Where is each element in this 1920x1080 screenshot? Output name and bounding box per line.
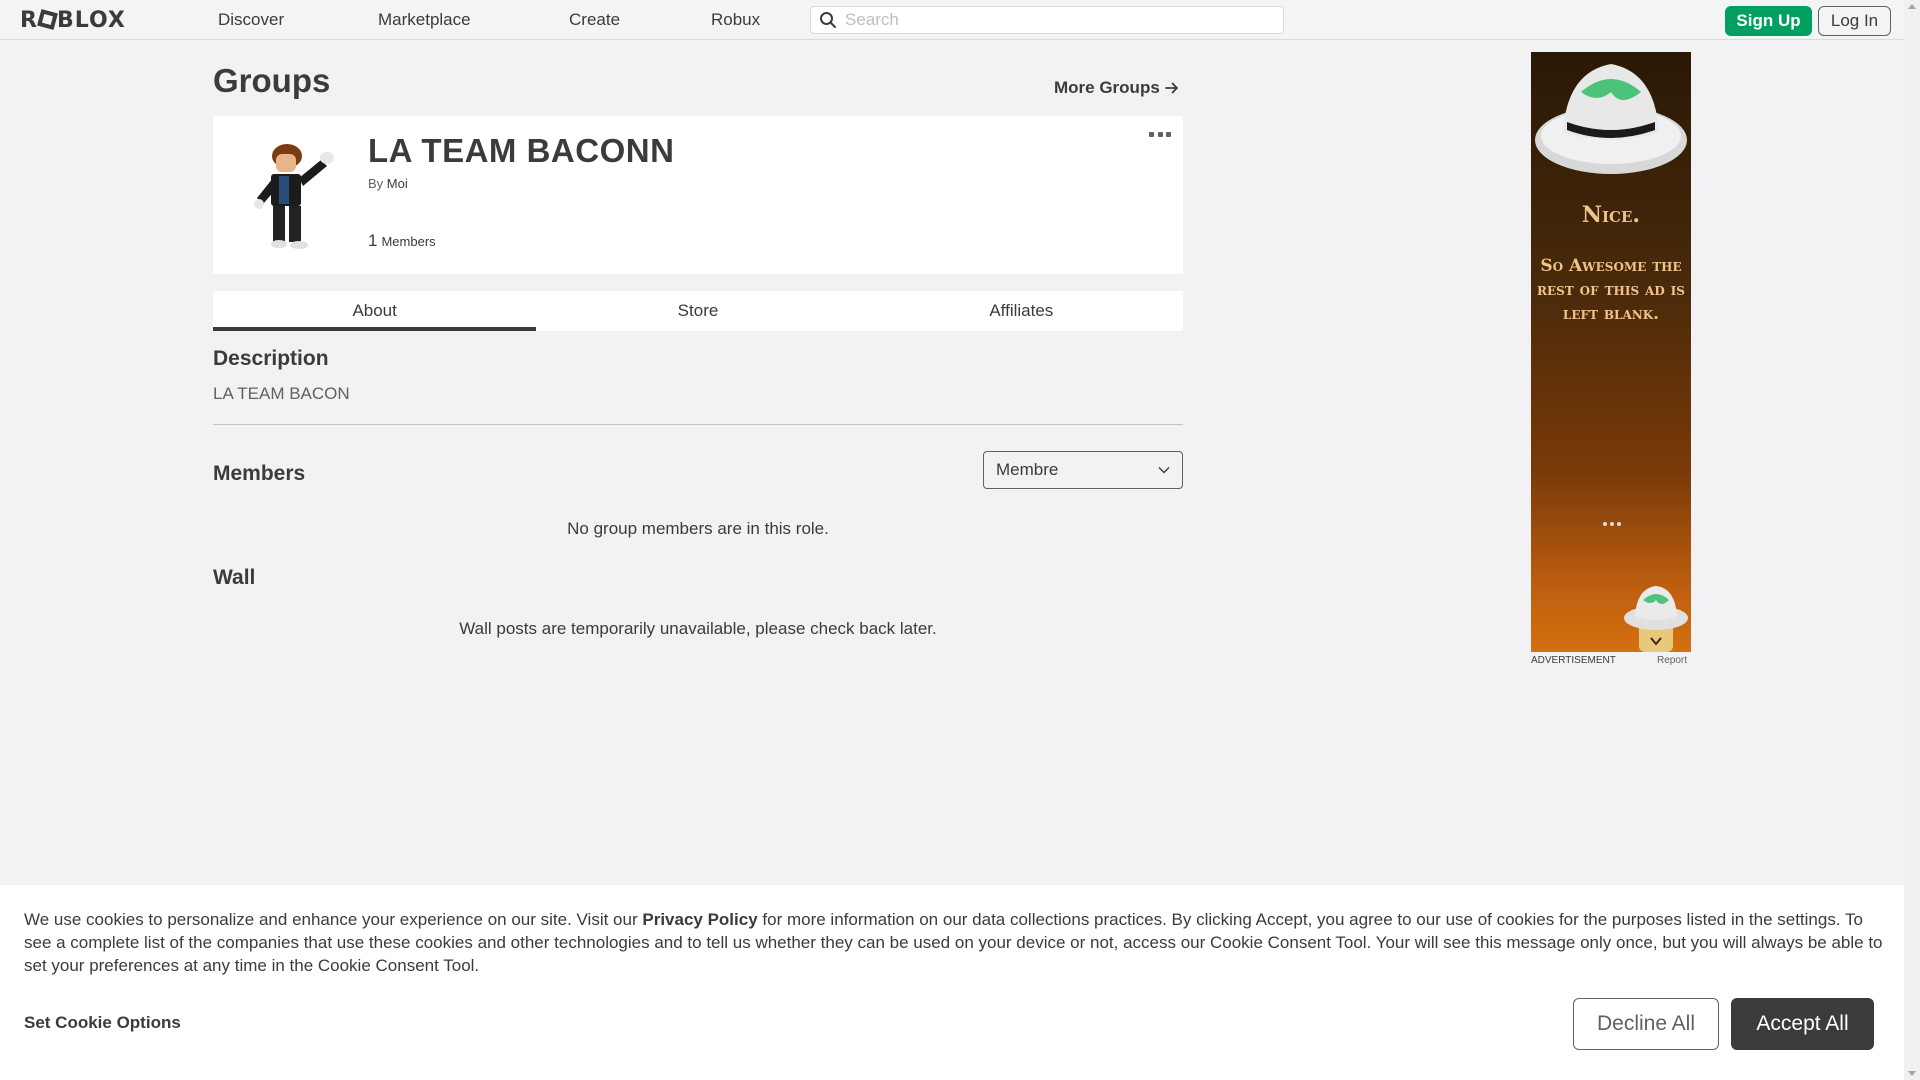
role-dropdown[interactable]: Membre xyxy=(983,451,1183,489)
role-dropdown-value: Membre xyxy=(996,460,1059,479)
members-heading: Members xyxy=(213,462,306,485)
ad-body: So Awesome the rest of this ad is left b… xyxy=(1537,256,1685,324)
group-owner-link[interactable]: Moi xyxy=(387,176,408,191)
more-options-icon[interactable] xyxy=(1149,128,1171,140)
page-title: Groups xyxy=(213,62,331,99)
nav-link-discover[interactable]: Discover xyxy=(218,10,284,30)
log-in-button[interactable]: Log In xyxy=(1818,6,1891,36)
nav-link-create[interactable]: Create xyxy=(569,10,620,30)
wall-empty-message: Wall posts are temporarily unavailable, … xyxy=(459,619,937,638)
group-owner-line: By Moi xyxy=(368,176,408,191)
nav-link-marketplace[interactable]: Marketplace xyxy=(378,10,471,30)
tab-about[interactable]: About xyxy=(213,291,537,331)
group-emblem-image xyxy=(243,132,347,256)
group-tabs: About Store Affiliates xyxy=(213,291,1183,331)
arrow-right-icon xyxy=(1164,82,1178,94)
more-groups-label: More Groups xyxy=(1054,78,1160,97)
description-text: LA TEAM BACON xyxy=(213,384,350,403)
vertical-scrollbar[interactable] xyxy=(1904,0,1920,1080)
hat-image xyxy=(1535,64,1687,174)
decline-all-button[interactable]: Decline All xyxy=(1573,998,1719,1050)
ad-report-link[interactable]: Report xyxy=(1657,655,1687,666)
tab-affiliates[interactable]: Affiliates xyxy=(860,291,1183,331)
description-heading: Description xyxy=(213,347,329,370)
set-cookie-options-link[interactable]: Set Cookie Options xyxy=(24,1013,181,1033)
cookie-message: We use cookies to personalize and enhanc… xyxy=(24,908,1884,977)
cookie-consent-banner: We use cookies to personalize and enhanc… xyxy=(0,885,1904,1080)
scroll-down-arrow-icon[interactable] xyxy=(1908,1071,1916,1076)
character-with-hat-image xyxy=(1624,586,1688,652)
section-divider xyxy=(213,424,1183,425)
top-navigation-bar: R BLOX Discover Marketplace Create Robux … xyxy=(0,0,1904,40)
search-bar xyxy=(810,6,1284,34)
scroll-up-arrow-icon[interactable] xyxy=(1908,4,1916,9)
cookie-text-before: We use cookies to personalize and enhanc… xyxy=(24,910,643,929)
by-prefix: By xyxy=(368,176,384,191)
accept-all-button[interactable]: Accept All xyxy=(1731,998,1874,1050)
advertisement-banner[interactable]: Nice. So Awesome the rest of this ad is … xyxy=(1531,52,1691,652)
wall-heading: Wall xyxy=(213,566,256,589)
tab-store[interactable]: Store xyxy=(536,291,859,331)
more-groups-link[interactable]: More Groups xyxy=(1054,78,1179,98)
chevron-down-icon xyxy=(1158,467,1170,474)
sign-up-button[interactable]: Sign Up xyxy=(1725,6,1812,36)
search-icon[interactable] xyxy=(815,7,841,33)
roblox-logo[interactable]: R BLOX xyxy=(20,8,126,33)
member-count-label: Members xyxy=(381,234,436,249)
ad-ellipsis-icon xyxy=(1603,522,1621,526)
group-name: LA TEAM BACONN xyxy=(368,132,675,169)
ad-headline: Nice. xyxy=(1581,202,1641,228)
advertisement-label: ADVERTISEMENT xyxy=(1531,655,1616,666)
group-header-card: LA TEAM BACONN By Moi 1 Members xyxy=(213,116,1183,274)
member-count-number: 1 xyxy=(368,231,378,250)
nav-link-robux[interactable]: Robux xyxy=(711,10,760,30)
search-input[interactable] xyxy=(845,10,1265,30)
members-empty-message: No group members are in this role. xyxy=(567,519,829,538)
privacy-policy-link[interactable]: Privacy Policy xyxy=(642,910,757,929)
group-member-count: 1 Members xyxy=(368,231,436,251)
